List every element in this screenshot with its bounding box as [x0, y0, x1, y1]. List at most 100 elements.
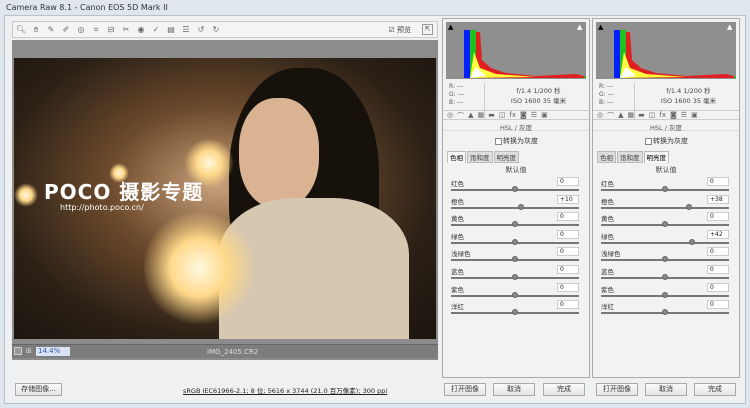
cancel-button[interactable]: 取消	[493, 383, 535, 396]
crop-icon[interactable]: ⌗	[91, 25, 101, 35]
slider-thumb[interactable]	[662, 186, 668, 192]
hand-icon[interactable]: ✋︎	[31, 25, 41, 35]
save-image-button[interactable]: 存储图像...	[15, 383, 62, 396]
slider-label: 紫色	[601, 285, 614, 294]
slider-thumb[interactable]	[662, 291, 668, 298]
slider-value-input[interactable]: 0	[707, 264, 729, 274]
slider-value-input[interactable]: 0	[707, 177, 729, 186]
slider-thumb[interactable]	[662, 309, 668, 316]
graduated-filter-icon[interactable]: ▤	[166, 25, 176, 35]
slider-thumb[interactable]	[688, 238, 695, 245]
panel-tab[interactable]: fx	[509, 111, 516, 119]
zoom-icon[interactable]: 🔍︎	[16, 25, 26, 35]
slider-value-input[interactable]: 0	[707, 282, 729, 292]
slider-value-input[interactable]: 0	[557, 300, 579, 310]
color-slider-row: 橙色 +10	[451, 194, 579, 213]
slider-value-input[interactable]: 0	[707, 212, 729, 222]
color-slider-row: 紫色 0	[451, 282, 579, 301]
slider-thumb[interactable]	[512, 221, 518, 228]
slider-value-input[interactable]: 0	[557, 212, 579, 222]
white-balance-icon[interactable]: ✎	[46, 25, 56, 35]
preview-checkbox[interactable]: ☑ 预览	[388, 25, 411, 35]
hsl-subtabs: 色相 饱和度 明亮度	[597, 151, 669, 163]
panel-tab[interactable]: ◙	[520, 111, 527, 119]
panel-tab[interactable]: ◙	[670, 111, 677, 119]
slider-thumb[interactable]	[518, 203, 525, 210]
slider-track[interactable]	[601, 241, 729, 244]
color-sampler-icon[interactable]: ✐	[61, 25, 71, 35]
panel-tab[interactable]: ◫	[499, 111, 506, 119]
panel-tab[interactable]: ▦	[628, 111, 635, 119]
slider-value-input[interactable]: +38	[707, 194, 729, 204]
panel-tab[interactable]: ⌒	[607, 111, 614, 120]
red-eye-icon[interactable]: ◉	[136, 25, 146, 35]
subtab-1[interactable]: 饱和度	[467, 151, 493, 163]
slider-thumb[interactable]	[512, 273, 518, 280]
panel-tab[interactable]: ▲	[468, 111, 473, 119]
convert-grayscale-checkbox[interactable]: 转换为灰度	[495, 136, 538, 146]
done-button[interactable]: 完成	[543, 383, 585, 396]
slider-thumb[interactable]	[512, 309, 518, 316]
subtab-0[interactable]: 色相	[447, 151, 466, 163]
rotate-left-icon[interactable]: ↺	[196, 25, 206, 35]
slider-thumb[interactable]	[512, 291, 518, 298]
panel-tab[interactable]: ▣	[541, 111, 548, 119]
panel-tab[interactable]: ▬	[638, 111, 645, 119]
panel-tab[interactable]: ▣	[691, 111, 698, 119]
slider-value-input[interactable]: 0	[557, 177, 579, 186]
slider-thumb[interactable]	[512, 256, 518, 263]
slider-value-input[interactable]: 0	[707, 247, 729, 257]
panel-tab[interactable]: ☰	[681, 111, 687, 119]
panel-tab[interactable]: fx	[659, 111, 666, 119]
slider-value-input[interactable]: 0	[557, 247, 579, 257]
slider-value-input[interactable]: 0	[557, 229, 579, 239]
panel-tab[interactable]: ☰	[531, 111, 537, 119]
zoom-label: ⊞	[26, 347, 32, 355]
open-image-button[interactable]: 打开图像	[596, 383, 638, 396]
subtab-0[interactable]: 色相	[597, 151, 616, 163]
slider-value-input[interactable]: 0	[557, 282, 579, 292]
color-slider-row: 蓝色 0	[451, 264, 579, 283]
workflow-options-link[interactable]: sRGB IEC61966-2.1; 8 位; 5616 x 3744 (21.…	[183, 385, 387, 395]
slider-value-input[interactable]: 0	[707, 300, 729, 310]
default-link[interactable]: 默认值	[593, 165, 739, 175]
done-button[interactable]: 完成	[694, 383, 736, 396]
slider-thumb[interactable]	[662, 256, 668, 263]
slider-thumb[interactable]	[662, 221, 668, 228]
subtab-1[interactable]: 饱和度	[617, 151, 643, 163]
slider-value-input[interactable]: 0	[557, 264, 579, 274]
exif-aperture-shutter: f/1.4 1/200 秒	[666, 87, 711, 95]
panel-tab[interactable]: ▲	[618, 111, 623, 119]
fullscreen-button[interactable]: ⇱	[422, 24, 433, 35]
svg-text:▲: ▲	[727, 23, 733, 31]
adjustment-brush-icon[interactable]: ✓	[151, 25, 161, 35]
slider-track[interactable]	[601, 206, 729, 209]
slider-value-input[interactable]: +10	[557, 194, 579, 204]
rotate-right-icon[interactable]: ↻	[211, 25, 221, 35]
panel-tab[interactable]: ⌒	[457, 111, 464, 120]
spot-removal-icon[interactable]: ✂	[121, 25, 131, 35]
panel-tab[interactable]: ◎	[447, 111, 453, 119]
radial-filter-icon[interactable]: ☰	[181, 25, 191, 35]
cancel-button[interactable]: 取消	[645, 383, 687, 396]
default-link[interactable]: 默认值	[443, 165, 589, 175]
subtab-2[interactable]: 明亮度	[493, 151, 519, 163]
slider-thumb[interactable]	[662, 273, 668, 280]
panel-tab[interactable]: ◫	[649, 111, 656, 119]
panel-tab[interactable]: ▦	[478, 111, 485, 119]
subtab-2[interactable]: 明亮度	[643, 151, 669, 163]
slider-track[interactable]	[451, 206, 579, 209]
panel-tab[interactable]: ▬	[488, 111, 495, 119]
zoom-level-select[interactable]: 14.4%	[36, 347, 70, 356]
slider-value-input[interactable]: +42	[707, 229, 729, 239]
image-preview-area: POCO 摄影专题 http://photo.poco.cn/ ⊞ 14.4% …	[12, 40, 438, 360]
slider-thumb[interactable]	[686, 203, 693, 210]
open-image-button[interactable]: 打开图像	[444, 383, 486, 396]
straighten-icon[interactable]: ⊟	[106, 25, 116, 35]
panel-tab[interactable]: ◎	[597, 111, 603, 119]
slider-thumb[interactable]	[512, 186, 518, 192]
target-adjust-icon[interactable]: ◎	[76, 25, 86, 35]
zoom-toggle[interactable]	[14, 347, 22, 355]
slider-thumb[interactable]	[512, 238, 518, 245]
convert-grayscale-checkbox[interactable]: 转换为灰度	[645, 136, 688, 146]
